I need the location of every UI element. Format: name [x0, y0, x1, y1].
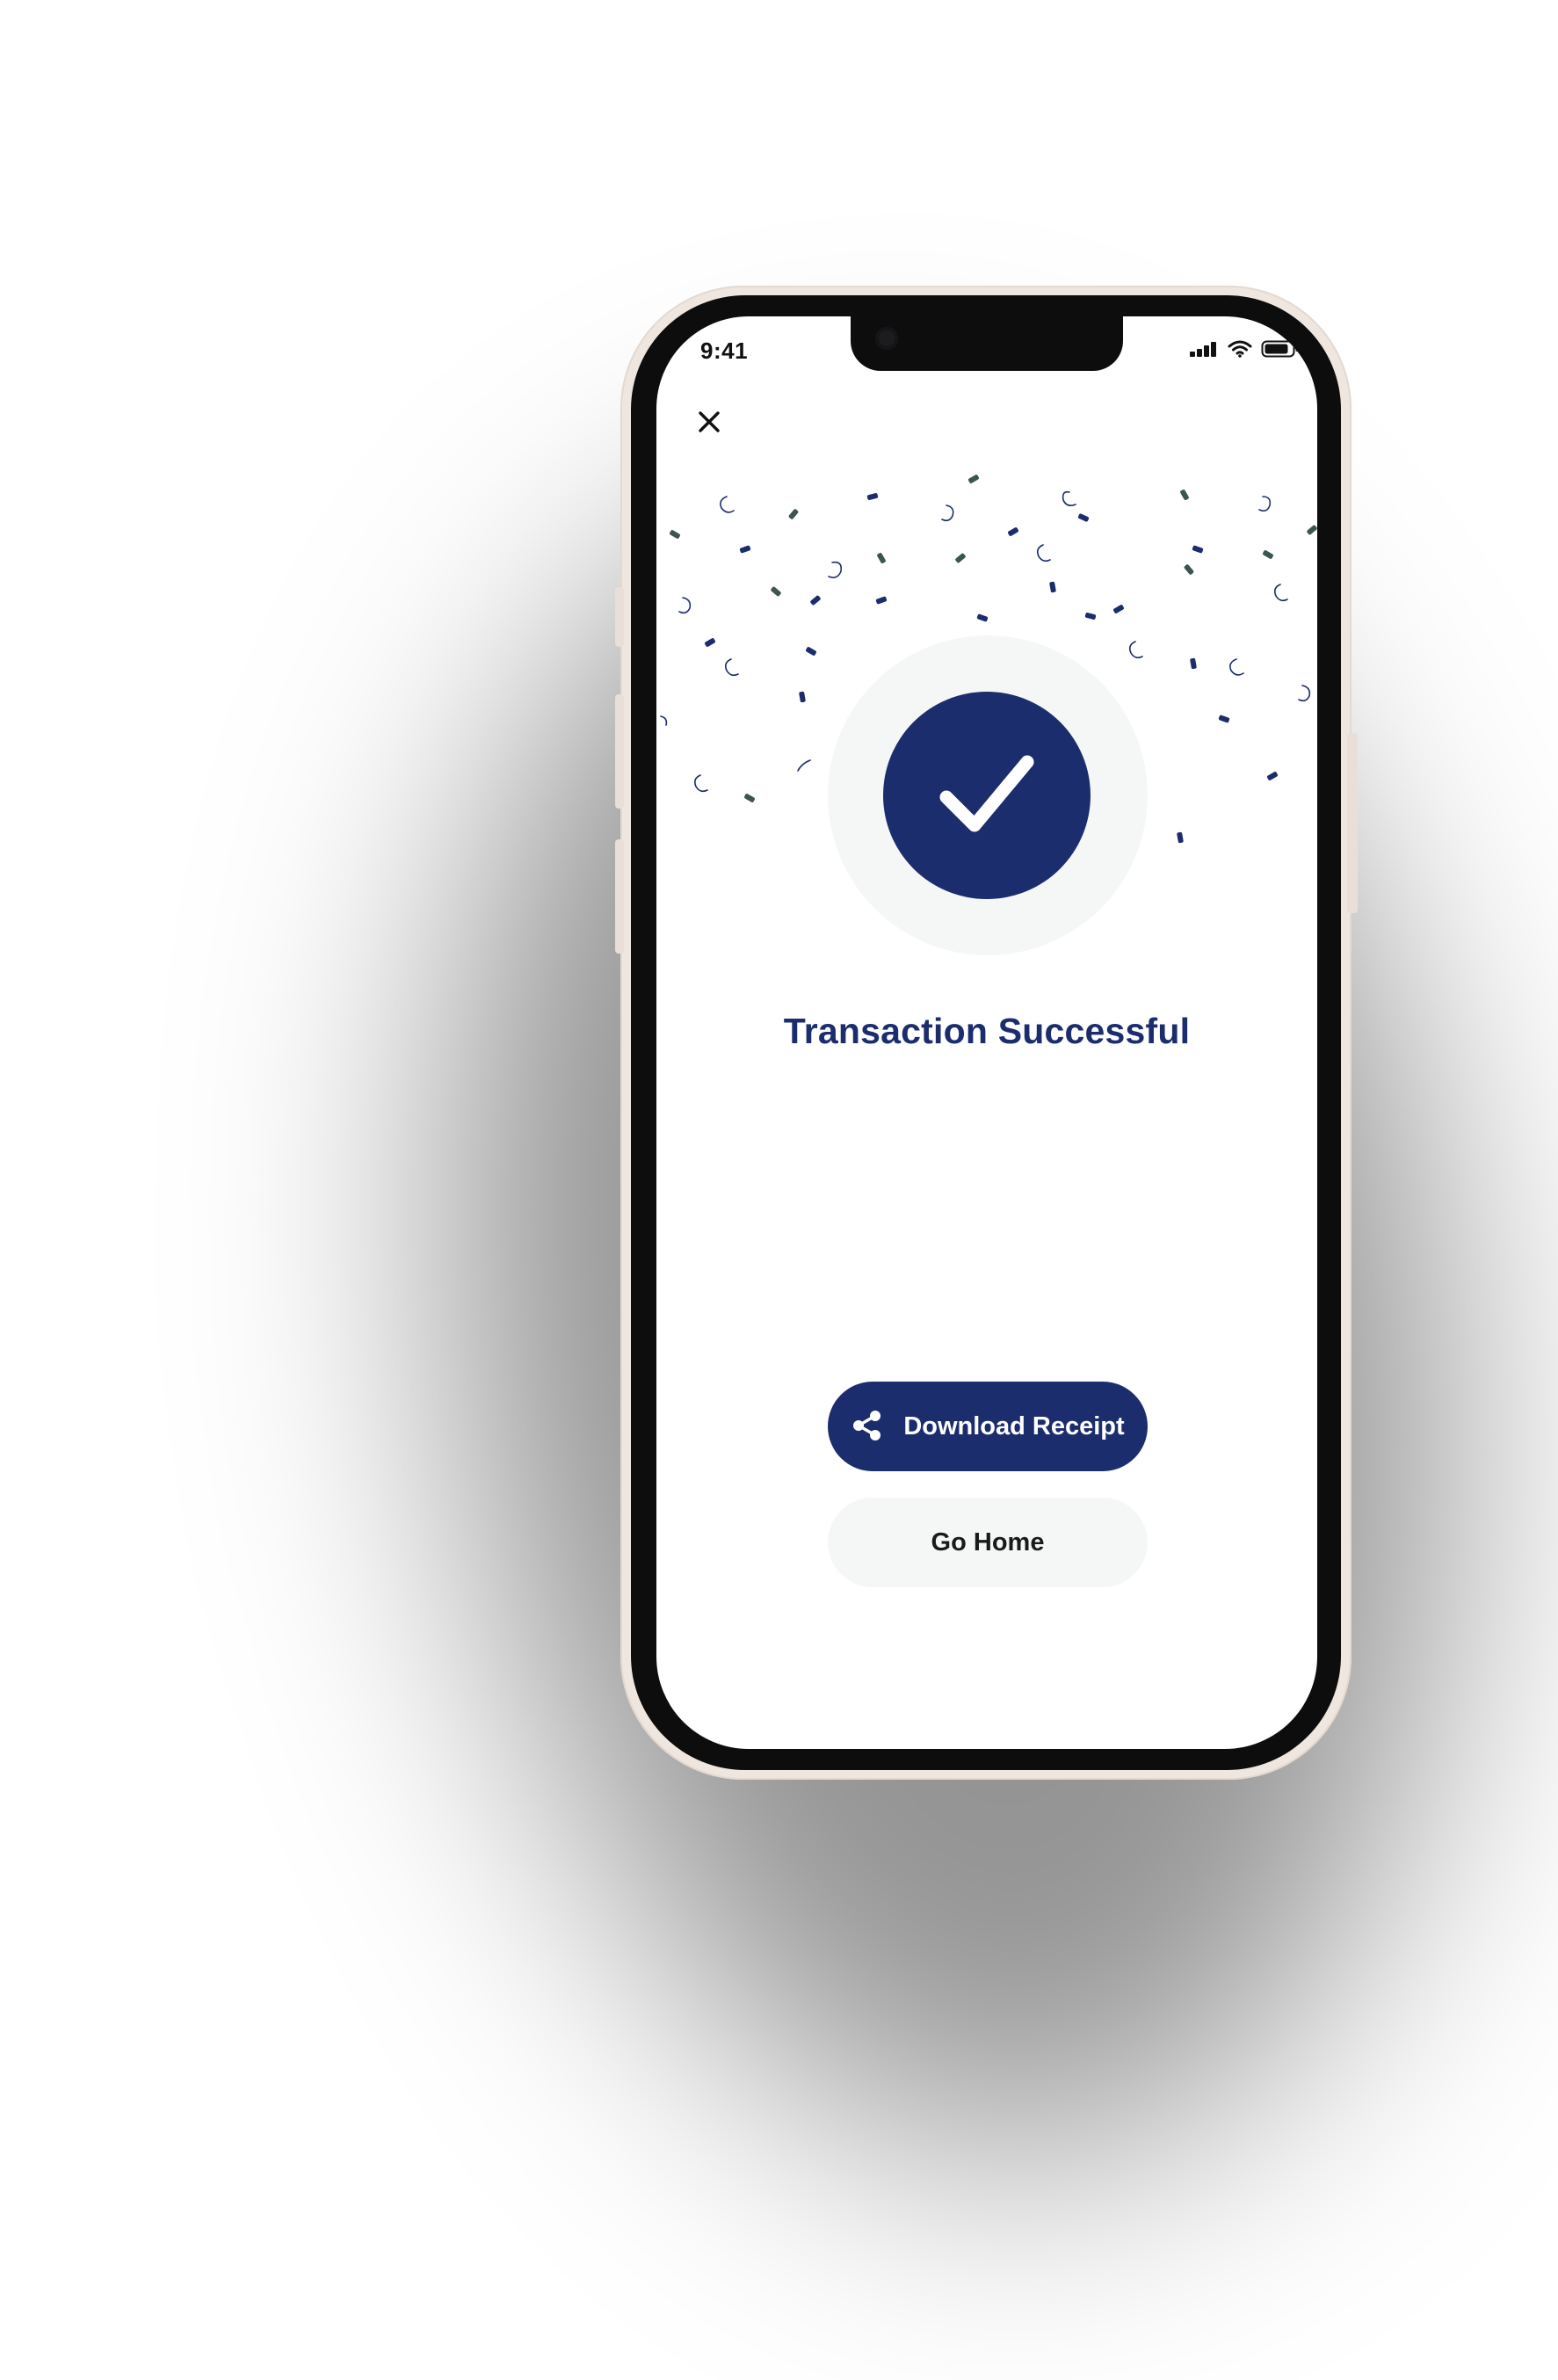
- go-home-label: Go Home: [931, 1527, 1045, 1556]
- success-badge: [883, 692, 1091, 899]
- cellular-signal-icon: [1189, 340, 1219, 358]
- mute-switch: [615, 587, 624, 647]
- front-camera: [875, 327, 898, 350]
- wifi-icon: [1228, 340, 1252, 358]
- volume-up-button: [615, 694, 624, 809]
- battery-icon: [1261, 339, 1300, 359]
- download-receipt-button[interactable]: Download Receipt: [828, 1382, 1148, 1471]
- power-button: [1347, 733, 1358, 913]
- volume-down-button: [615, 839, 624, 954]
- status-icons: [1189, 339, 1300, 359]
- close-button[interactable]: [692, 406, 727, 441]
- share-icon: [851, 1409, 884, 1445]
- checkmark-icon: [925, 732, 1048, 860]
- go-home-button[interactable]: Go Home: [828, 1498, 1148, 1587]
- page-title: Transaction Successful: [783, 1011, 1191, 1051]
- status-time: 9:41: [700, 337, 749, 364]
- close-icon: [696, 409, 722, 439]
- download-receipt-label: Download Receipt: [903, 1411, 1125, 1440]
- notch: [851, 316, 1123, 371]
- phone-screen: 9:41 Transaction Successful Download Rec…: [656, 316, 1317, 1749]
